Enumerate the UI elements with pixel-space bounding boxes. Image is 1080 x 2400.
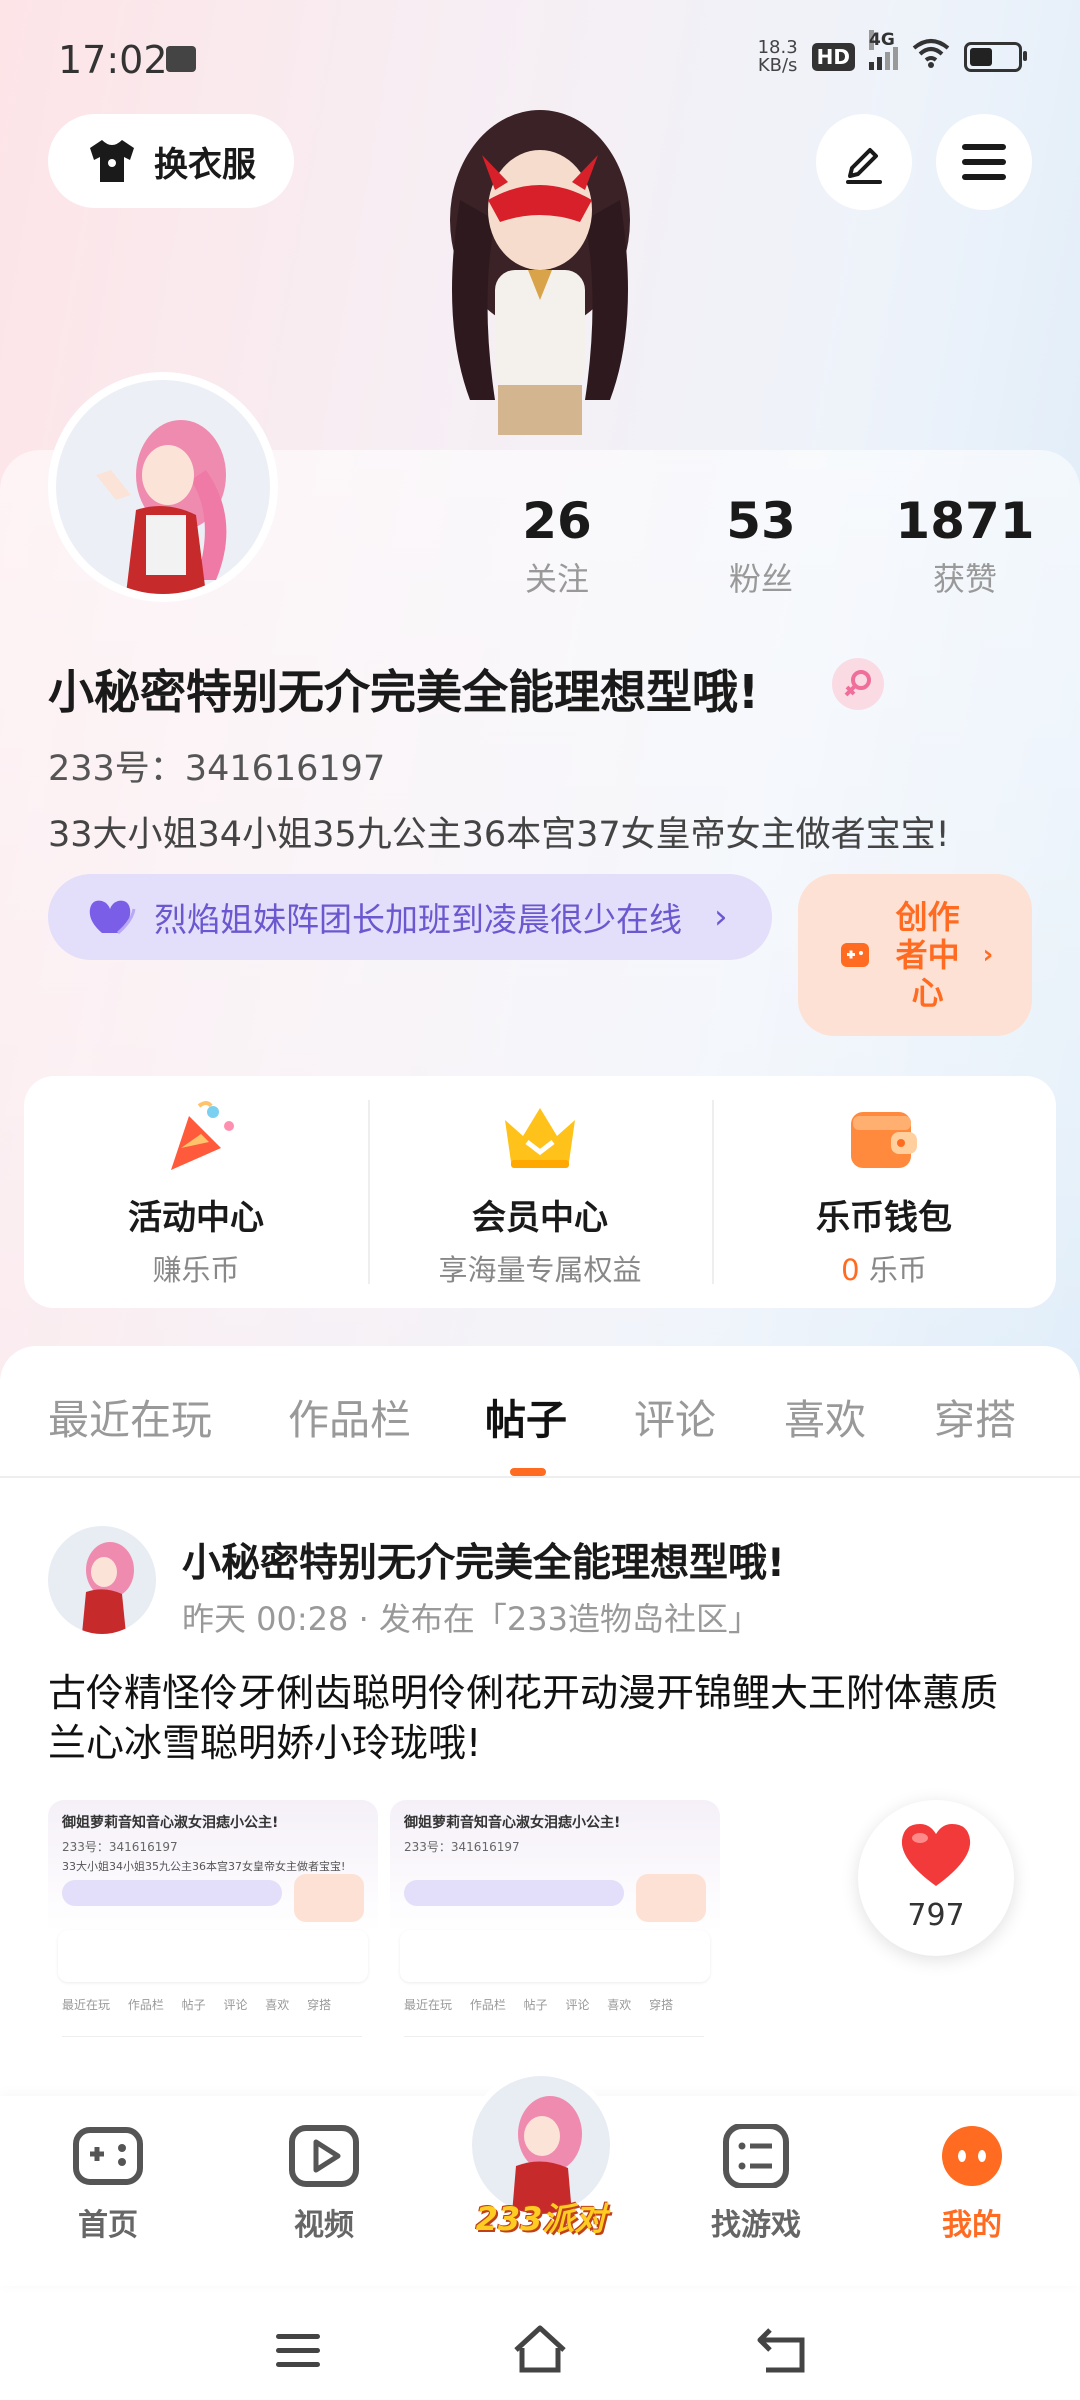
group-badge[interactable]: 烈焰姐妹阵团长加班到凌晨很少在线 ›: [48, 874, 772, 960]
heart-group-icon: [89, 900, 136, 935]
activity-center-title: 活动中心: [128, 1198, 264, 1238]
hd-badge: HD: [811, 43, 855, 71]
crown-icon: [505, 1108, 575, 1168]
followers-count: 53: [726, 492, 796, 550]
nav-home[interactable]: 首页: [38, 2124, 178, 2244]
gamepad-icon: [73, 2127, 143, 2185]
thumb-uid: 233号：341616197: [404, 1840, 520, 1854]
profile-bio: 33大小姐34小姐35九公主36本宫37女皇帝女主做者宝宝!: [48, 815, 950, 855]
thumb-features: [400, 1930, 710, 1982]
nav-video[interactable]: 视频: [254, 2124, 394, 2244]
tab-comments[interactable]: 评论: [634, 1386, 716, 1446]
tab-works[interactable]: 作品栏: [288, 1386, 411, 1446]
tshirt-icon: [90, 140, 134, 182]
battery-icon: [964, 42, 1027, 72]
nav-me[interactable]: 我的: [902, 2124, 1042, 2244]
feature-row: 活动中心 赚乐币 会员中心 享海量专属权益 乐币钱包 0 乐币: [24, 1076, 1056, 1308]
status-bar: 17:02 18.3 KB/s HD 4G: [58, 30, 1027, 88]
female-icon: [832, 658, 884, 710]
tab-posts[interactable]: 帖子: [485, 1386, 567, 1446]
list-icon: [723, 2123, 789, 2189]
creator-center-button[interactable]: 创作者中心 ›: [798, 874, 1032, 1036]
me-face-icon: [942, 2126, 1002, 2186]
nav-find-games[interactable]: 找游戏: [686, 2123, 826, 2244]
thumb-features: [58, 1930, 368, 1982]
menu-button[interactable]: [936, 114, 1032, 210]
activity-center[interactable]: 活动中心 赚乐币: [24, 1076, 368, 1308]
tab-likes[interactable]: 喜欢: [784, 1386, 866, 1446]
wifi-icon: [912, 38, 950, 76]
recent-apps-icon[interactable]: [268, 2320, 328, 2380]
followers-label: 粉丝: [728, 560, 793, 598]
nav-me-label: 我的: [942, 2208, 1002, 2243]
profile-name: 小秘密特别无介完美全能理想型哦!: [48, 665, 759, 719]
thumb-bio: 33大小姐34小姐35九公主36本宫37女皇帝女主做者宝宝!: [62, 1860, 346, 1873]
thumb-title: 御姐萝莉音知音心淑女泪痣小公主!: [404, 1815, 621, 1831]
active-tab-indicator: [510, 1468, 546, 1476]
creator-center-label: 创作者中心: [895, 898, 960, 1012]
tab-recent-play[interactable]: 最近在玩: [48, 1386, 212, 1446]
chevron-right-icon: ›: [714, 897, 728, 937]
home-icon[interactable]: [510, 2320, 570, 2380]
tab-outfits[interactable]: 穿搭: [934, 1386, 1016, 1446]
divider: [0, 1476, 1080, 1478]
likes-count: 1871: [895, 492, 1035, 550]
likes-label: 获赞: [932, 560, 997, 598]
wardrobe-label: 换衣服: [154, 144, 256, 185]
post-author-avatar[interactable]: [48, 1526, 156, 1634]
thumb-row: [62, 2036, 362, 2077]
network-speed: 18.3 KB/s: [757, 37, 798, 76]
party-label[interactable]: 233派对: [466, 2194, 616, 2240]
thumb-tabs: 最近在玩 作品栏 帖子 评论 喜欢 穿搭: [404, 1998, 674, 2012]
thumb-group-pill: [62, 1880, 282, 1906]
coin-wallet-title: 乐币钱包: [816, 1198, 952, 1238]
nav-video-label: 视频: [294, 2208, 354, 2243]
likes-stat[interactable]: 1871 获赞: [880, 492, 1050, 600]
thumb-group-pill: [404, 1880, 624, 1906]
hamburger-icon: [962, 144, 1006, 180]
video-icon: [289, 2125, 359, 2187]
status-time: 17:02: [58, 38, 168, 82]
back-icon[interactable]: [752, 2320, 812, 2380]
wallet-icon: [851, 1112, 917, 1168]
profile-avatar[interactable]: [48, 372, 278, 602]
edit-profile-button[interactable]: [816, 114, 912, 210]
activity-center-subtitle: 赚乐币: [152, 1253, 240, 1287]
heart-icon: [901, 1824, 971, 1886]
party-popper-icon: [171, 1101, 234, 1170]
like-count: 797: [907, 1898, 965, 1933]
system-nav: [0, 2300, 1080, 2400]
nav-find-games-label: 找游戏: [711, 2208, 801, 2243]
group-label: 烈焰姐妹阵团长加班到凌晨很少在线: [154, 900, 682, 939]
vip-center-title: 会员中心: [472, 1198, 608, 1238]
profile-tabs: 最近在玩 作品栏 帖子 评论 喜欢 穿搭: [0, 1386, 1080, 1476]
coin-wallet-balance: 0 乐币: [841, 1253, 927, 1287]
like-button[interactable]: 797: [858, 1800, 1014, 1956]
following-label: 关注: [524, 560, 589, 598]
thumb-title: 御姐萝莉音知音心淑女泪痣小公主!: [62, 1815, 279, 1831]
post-text[interactable]: 古伶精怪伶牙俐齿聪明伶俐花开动漫开锦鲤大王附体蕙质兰心冰雪聪明娇小玲珑哦!: [48, 1668, 1028, 1768]
thumb-creator: [294, 1874, 364, 1922]
vip-center[interactable]: 会员中心 享海量专属权益: [368, 1076, 712, 1308]
avatar-character[interactable]: [400, 100, 680, 450]
post-meta: 昨天 00:28 · 发布在「233造物岛社区」: [182, 1600, 760, 1638]
chevron-right-icon: ›: [982, 940, 994, 970]
thumb-tabs: 最近在玩 作品栏 帖子 评论 喜欢 穿搭: [62, 1998, 332, 2012]
message-icon: [166, 46, 196, 72]
user-id: 233号：341616197: [48, 749, 386, 789]
gamepad-icon: [840, 943, 869, 967]
followers-stat[interactable]: 53 粉丝: [676, 492, 846, 600]
following-stat[interactable]: 26 关注: [472, 492, 642, 600]
thumb-uid: 233号：341616197: [62, 1840, 178, 1854]
wardrobe-button[interactable]: 换衣服: [48, 114, 294, 208]
vip-center-subtitle: 享海量专属权益: [438, 1253, 642, 1287]
signal-icon: 4G: [869, 30, 898, 70]
nav-home-label: 首页: [78, 2208, 138, 2243]
following-count: 26: [522, 492, 592, 550]
coin-wallet[interactable]: 乐币钱包 0 乐币: [712, 1076, 1056, 1308]
thumb-creator: [636, 1874, 706, 1922]
post-author-name[interactable]: 小秘密特别无介完美全能理想型哦!: [182, 1532, 785, 1588]
post-image-1[interactable]: 御姐萝莉音知音心淑女泪痣小公主! 233号：341616197 33大小姐34小…: [48, 1800, 378, 2130]
pen-icon: [846, 148, 882, 184]
